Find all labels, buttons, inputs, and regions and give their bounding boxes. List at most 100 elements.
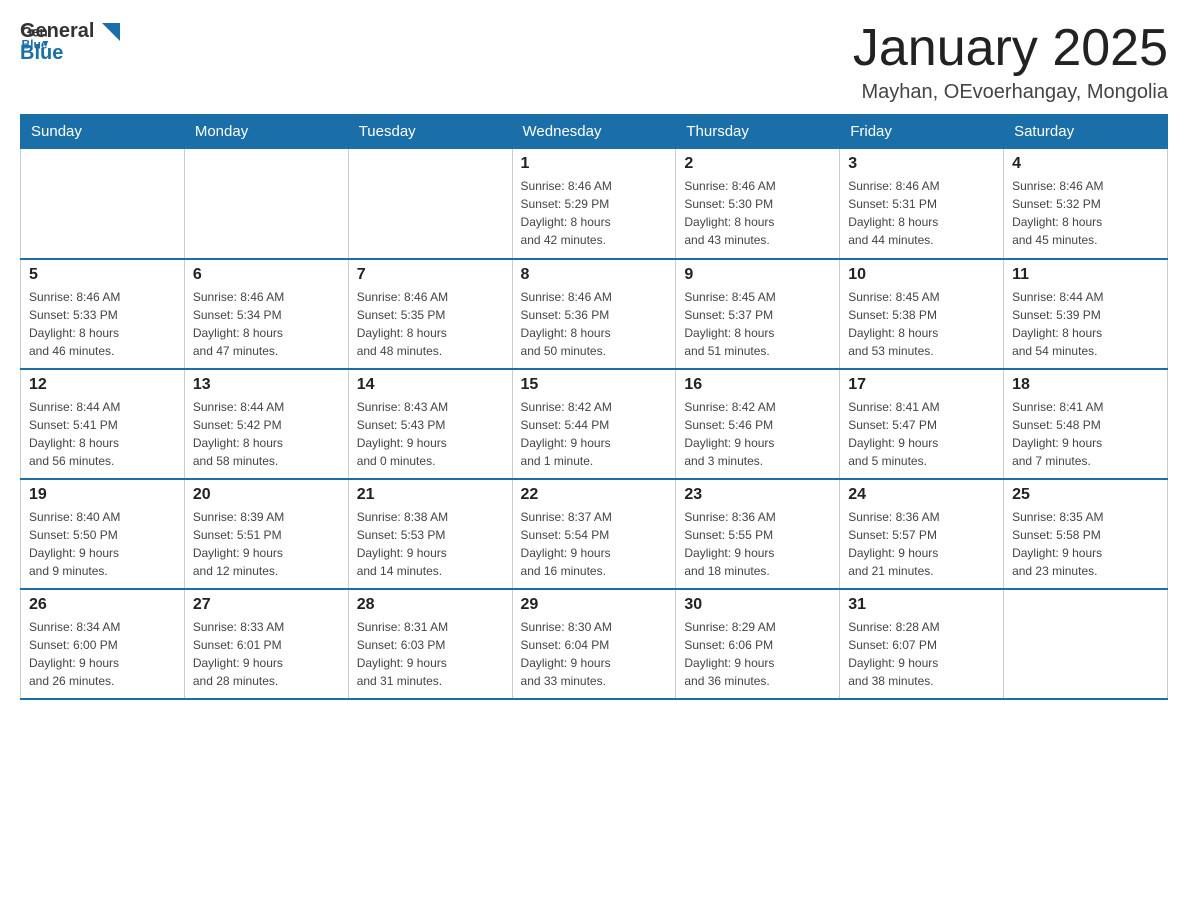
header-wednesday: Wednesday [512,115,676,149]
day-number: 29 [521,596,668,614]
day-cell: 23 Sunrise: 8:36 AMSunset: 5:55 PMDayligh… [676,479,840,589]
day-cell: 12Sunrise: 8:44 AMSunset: 5:41 PMDayligh… [21,369,185,479]
day-number: 8 [521,266,668,284]
day-info: Sunrise: 8:45 AMSunset: 5:37 PMDaylight:… [684,288,831,360]
day-number: 19 [29,486,176,504]
calendar-table: SundayMondayTuesdayWednesdayThursdayFrid… [20,114,1168,700]
page-header: General Blue January 2025 Mayhan, OEvoer… [20,20,1168,104]
day-number: 23 [684,486,831,504]
day-number: 22 [521,486,668,504]
day-info: Sunrise: 8:35 AMSunset: 5:58 PMDaylight:… [1012,508,1159,580]
day-info: Sunrise: 8:44 AMSunset: 5:42 PMDaylight:… [193,398,340,470]
day-cell [184,149,348,259]
day-number: 4 [1012,155,1159,173]
day-info: Sunrise: 8:45 AMSunset: 5:38 PMDaylight:… [848,288,995,360]
day-cell: 13Sunrise: 8:44 AMSunset: 5:42 PMDayligh… [184,369,348,479]
calendar-title: January 2025 [853,20,1168,77]
header-saturday: Saturday [1004,115,1168,149]
day-info: Sunrise: 8:38 AMSunset: 5:53 PMDaylight:… [357,508,504,580]
day-cell: 25 Sunrise: 8:35 AMSunset: 5:58 PMDayligh… [1004,479,1168,589]
day-number: 11 [1012,266,1159,284]
day-cell: 19 Sunrise: 8:40 AMSunset: 5:50 PMDayligh… [21,479,185,589]
day-cell: 8 Sunrise: 8:46 AMSunset: 5:36 PMDaylight… [512,259,676,369]
day-info: Sunrise: 8:39 AMSunset: 5:51 PMDaylight:… [193,508,340,580]
day-number: 24 [848,486,995,504]
day-number: 6 [193,266,340,284]
day-info: Sunrise: 8:42 AMSunset: 5:44 PMDaylight:… [521,398,668,470]
header-monday: Monday [184,115,348,149]
day-number: 26 [29,596,176,614]
header-tuesday: Tuesday [348,115,512,149]
day-cell: 1 Sunrise: 8:46 AMSunset: 5:29 PMDaylight… [512,149,676,259]
logo-container: General Blue [20,20,120,64]
day-info: Sunrise: 8:40 AMSunset: 5:50 PMDaylight:… [29,508,176,580]
day-info: Sunrise: 8:33 AMSunset: 6:01 PMDaylight:… [193,618,340,690]
day-number: 30 [684,596,831,614]
day-number: 7 [357,266,504,284]
header-friday: Friday [840,115,1004,149]
day-cell: 21Sunrise: 8:38 AMSunset: 5:53 PMDayligh… [348,479,512,589]
day-cell: 26 Sunrise: 8:34 AMSunset: 6:00 PMDayligh… [21,589,185,699]
day-cell: 31Sunrise: 8:28 AMSunset: 6:07 PMDayligh… [840,589,1004,699]
day-cell: 15 Sunrise: 8:42 AMSunset: 5:44 PMDayligh… [512,369,676,479]
day-cell: 2Sunrise: 8:46 AMSunset: 5:30 PMDaylight… [676,149,840,259]
week-row-4: 19 Sunrise: 8:40 AMSunset: 5:50 PMDayligh… [21,479,1168,589]
header-sunday: Sunday [21,115,185,149]
title-area: January 2025 Mayhan, OEvoerhangay, Mongo… [853,20,1168,104]
day-info: Sunrise: 8:41 AMSunset: 5:47 PMDaylight:… [848,398,995,470]
day-cell: 5 Sunrise: 8:46 AMSunset: 5:33 PMDaylight… [21,259,185,369]
day-cell: 10 Sunrise: 8:45 AMSunset: 5:38 PMDayligh… [840,259,1004,369]
calendar-body: 1 Sunrise: 8:46 AMSunset: 5:29 PMDaylight… [21,149,1168,699]
day-number: 10 [848,266,995,284]
day-number: 9 [684,266,831,284]
day-cell: 11 Sunrise: 8:44 AMSunset: 5:39 PMDayligh… [1004,259,1168,369]
day-number: 16 [684,376,831,394]
day-number: 20 [193,486,340,504]
day-number: 5 [29,266,176,284]
day-number: 25 [1012,486,1159,504]
day-number: 31 [848,596,995,614]
day-number: 15 [521,376,668,394]
day-info: Sunrise: 8:36 AMSunset: 5:57 PMDaylight:… [848,508,995,580]
day-info: Sunrise: 8:31 AMSunset: 6:03 PMDaylight:… [357,618,504,690]
calendar-subtitle: Mayhan, OEvoerhangay, Mongolia [853,81,1168,104]
day-info: Sunrise: 8:46 AMSunset: 5:29 PMDaylight:… [521,177,668,249]
day-info: Sunrise: 8:44 AMSunset: 5:41 PMDaylight:… [29,398,176,470]
day-number: 1 [521,155,668,173]
day-info: Sunrise: 8:30 AMSunset: 6:04 PMDaylight:… [521,618,668,690]
day-cell: 22 Sunrise: 8:37 AMSunset: 5:54 PMDayligh… [512,479,676,589]
logo-general: General [20,20,120,42]
day-number: 28 [357,596,504,614]
day-info: Sunrise: 8:46 AMSunset: 5:33 PMDaylight:… [29,288,176,360]
day-cell: 29 Sunrise: 8:30 AMSunset: 6:04 PMDayligh… [512,589,676,699]
day-info: Sunrise: 8:46 AMSunset: 5:34 PMDaylight:… [193,288,340,360]
week-row-1: 1 Sunrise: 8:46 AMSunset: 5:29 PMDaylight… [21,149,1168,259]
day-info: Sunrise: 8:46 AMSunset: 5:31 PMDaylight:… [848,177,995,249]
day-number: 3 [848,155,995,173]
day-number: 14 [357,376,504,394]
day-cell: 24 Sunrise: 8:36 AMSunset: 5:57 PMDayligh… [840,479,1004,589]
day-info: Sunrise: 8:42 AMSunset: 5:46 PMDaylight:… [684,398,831,470]
day-number: 17 [848,376,995,394]
day-cell: 18 Sunrise: 8:41 AMSunset: 5:48 PMDayligh… [1004,369,1168,479]
week-row-5: 26 Sunrise: 8:34 AMSunset: 6:00 PMDayligh… [21,589,1168,699]
logo-text: General Blue [20,20,120,64]
day-cell [348,149,512,259]
day-cell: 9 Sunrise: 8:45 AMSunset: 5:37 PMDaylight… [676,259,840,369]
calendar-header: SundayMondayTuesdayWednesdayThursdayFrid… [21,115,1168,149]
day-number: 18 [1012,376,1159,394]
day-cell: 14Sunrise: 8:43 AMSunset: 5:43 PMDayligh… [348,369,512,479]
day-info: Sunrise: 8:44 AMSunset: 5:39 PMDaylight:… [1012,288,1159,360]
day-info: Sunrise: 8:34 AMSunset: 6:00 PMDaylight:… [29,618,176,690]
day-cell: 30 Sunrise: 8:29 AMSunset: 6:06 PMDayligh… [676,589,840,699]
day-info: Sunrise: 8:29 AMSunset: 6:06 PMDaylight:… [684,618,831,690]
day-info: Sunrise: 8:37 AMSunset: 5:54 PMDaylight:… [521,508,668,580]
day-info: Sunrise: 8:46 AMSunset: 5:36 PMDaylight:… [521,288,668,360]
day-info: Sunrise: 8:36 AMSunset: 5:55 PMDaylight:… [684,508,831,580]
day-number: 2 [684,155,831,173]
header-row: SundayMondayTuesdayWednesdayThursdayFrid… [21,115,1168,149]
day-info: Sunrise: 8:41 AMSunset: 5:48 PMDaylight:… [1012,398,1159,470]
week-row-2: 5 Sunrise: 8:46 AMSunset: 5:33 PMDaylight… [21,259,1168,369]
day-cell: 3 Sunrise: 8:46 AMSunset: 5:31 PMDaylight… [840,149,1004,259]
day-info: Sunrise: 8:46 AMSunset: 5:32 PMDaylight:… [1012,177,1159,249]
